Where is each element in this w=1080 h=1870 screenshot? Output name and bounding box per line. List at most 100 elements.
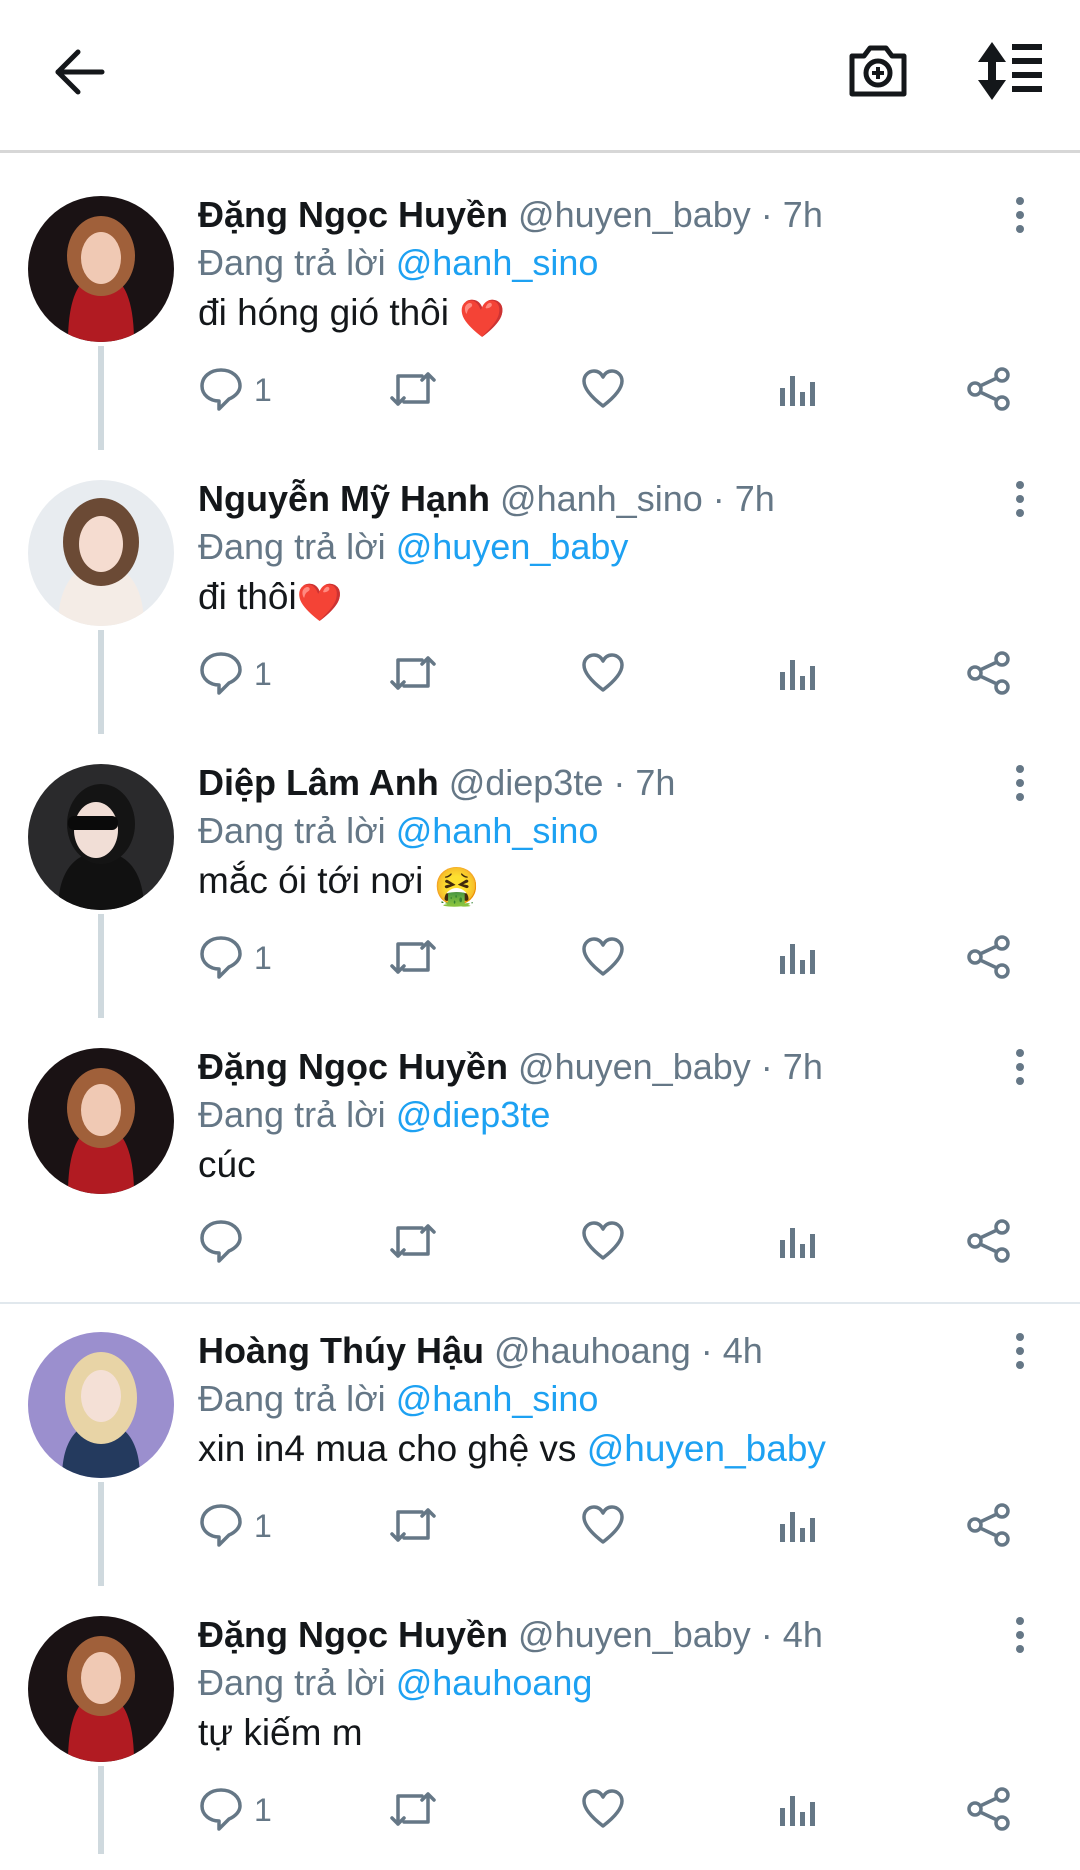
more-vertical-icon[interactable] — [1008, 480, 1032, 520]
tweet[interactable]: Đặng Ngọc Huyền @huyen_baby · 4h Đang tr… — [0, 1586, 1080, 1870]
retweet-icon — [390, 372, 436, 406]
tweet-text: đi hóng gió thôi ❤️ — [198, 292, 505, 341]
back-arrow-icon[interactable] — [50, 44, 110, 100]
tweet[interactable]: Nguyễn Mỹ Hạnh @hanh_sino · 7h Đang trả … — [0, 450, 1080, 734]
heart-icon — [582, 653, 624, 692]
views-button[interactable] — [776, 934, 820, 984]
more-vertical-icon[interactable] — [1008, 1332, 1032, 1372]
reply-button[interactable]: 1 — [198, 366, 278, 416]
views-button[interactable] — [776, 650, 820, 700]
reply-button[interactable]: 1 — [198, 934, 278, 984]
timestamp[interactable]: 4h — [783, 1614, 823, 1655]
author-name[interactable]: Đặng Ngọc Huyền — [198, 1046, 508, 1087]
avatar[interactable] — [28, 764, 174, 910]
mention-link[interactable]: @hanh_sino — [396, 242, 599, 283]
retweet-button[interactable] — [388, 934, 438, 984]
share-button[interactable] — [966, 1502, 1012, 1552]
replying-to: Đang trả lời @diep3te — [198, 1094, 550, 1136]
mention-link[interactable]: @hanh_sino — [396, 1378, 599, 1419]
author-name[interactable]: Diệp Lâm Anh — [198, 762, 439, 803]
tweet-actions: 1 — [0, 934, 1080, 994]
dot-separator: · — [760, 194, 773, 235]
like-button[interactable] — [580, 650, 630, 700]
views-button[interactable] — [776, 1218, 820, 1268]
camera-add-icon[interactable] — [846, 40, 910, 100]
avatar[interactable] — [28, 196, 174, 342]
tweet-text-content: đi thôi — [198, 576, 297, 617]
like-button[interactable] — [580, 1502, 630, 1552]
replying-label: Đang trả lời — [198, 1094, 386, 1135]
mention-link[interactable]: @diep3te — [396, 1094, 551, 1135]
timestamp[interactable]: 7h — [635, 762, 675, 803]
more-vertical-icon[interactable] — [1008, 764, 1032, 804]
reply-button[interactable]: 1 — [198, 1786, 278, 1836]
author-handle[interactable]: @huyen_baby — [518, 1046, 751, 1087]
heart-icon — [582, 1505, 624, 1544]
replying-to: Đang trả lời @hanh_sino — [198, 242, 598, 284]
mention-link[interactable]: @huyen_baby — [587, 1428, 826, 1469]
share-button[interactable] — [966, 1786, 1012, 1836]
retweet-button[interactable] — [388, 1218, 438, 1268]
retweet-icon — [390, 1224, 436, 1258]
timestamp[interactable]: 4h — [723, 1330, 763, 1371]
share-button[interactable] — [966, 650, 1012, 700]
share-icon — [967, 1503, 1010, 1547]
author-handle[interactable]: @huyen_baby — [518, 1614, 751, 1655]
retweet-button[interactable] — [388, 650, 438, 700]
like-button[interactable] — [580, 366, 630, 416]
author-handle[interactable]: @diep3te — [449, 762, 604, 803]
mention-link[interactable]: @hanh_sino — [396, 810, 599, 851]
retweet-button[interactable] — [388, 366, 438, 416]
author-handle[interactable]: @hauhoang — [494, 1330, 691, 1371]
heart-icon — [582, 937, 624, 976]
sort-list-icon[interactable] — [976, 40, 1044, 102]
author-name[interactable]: Đặng Ngọc Huyền — [198, 1614, 508, 1655]
share-button[interactable] — [966, 1218, 1012, 1268]
tweet-actions — [0, 1218, 1080, 1278]
like-button[interactable] — [580, 1218, 630, 1268]
speech-bubble-icon — [200, 652, 242, 695]
avatar[interactable] — [28, 1616, 174, 1762]
replying-label: Đang trả lời — [198, 1378, 386, 1419]
like-button[interactable] — [580, 934, 630, 984]
timestamp[interactable]: 7h — [735, 478, 775, 519]
speech-bubble-icon — [200, 368, 242, 411]
tweet[interactable]: Hoàng Thúy Hậu @hauhoang · 4h Đang trả l… — [0, 1302, 1080, 1586]
tweet[interactable]: Diệp Lâm Anh @diep3te · 7h Đang trả lời … — [0, 734, 1080, 1018]
reply-button[interactable]: 1 — [198, 1502, 278, 1552]
mention-link[interactable]: @huyen_baby — [396, 526, 629, 567]
heart-icon — [582, 369, 624, 408]
author-name[interactable]: Đặng Ngọc Huyền — [198, 194, 508, 235]
like-button[interactable] — [580, 1786, 630, 1836]
author-handle[interactable]: @huyen_baby — [518, 194, 751, 235]
avatar[interactable] — [28, 480, 174, 626]
retweet-button[interactable] — [388, 1502, 438, 1552]
tweet[interactable]: Đặng Ngọc Huyền @huyen_baby · 7h Đang tr… — [0, 166, 1080, 450]
share-button[interactable] — [966, 366, 1012, 416]
author-name[interactable]: Hoàng Thúy Hậu — [198, 1330, 484, 1371]
timestamp[interactable]: 7h — [783, 194, 823, 235]
author-handle[interactable]: @hanh_sino — [500, 478, 703, 519]
mention-link[interactable]: @hauhoang — [396, 1662, 593, 1703]
reply-button[interactable]: 1 — [198, 650, 278, 700]
more-vertical-icon[interactable] — [1008, 1048, 1032, 1088]
timestamp[interactable]: 7h — [783, 1046, 823, 1087]
more-vertical-icon[interactable] — [1008, 196, 1032, 236]
avatar[interactable] — [28, 1332, 174, 1478]
reply-button[interactable] — [198, 1218, 278, 1268]
top-app-bar — [0, 0, 1080, 153]
dot-separator: · — [712, 478, 725, 519]
share-icon — [967, 1787, 1010, 1831]
share-button[interactable] — [966, 934, 1012, 984]
author-name[interactable]: Nguyễn Mỹ Hạnh — [198, 478, 490, 519]
retweet-button[interactable] — [388, 1786, 438, 1836]
avatar[interactable] — [28, 1048, 174, 1194]
views-button[interactable] — [776, 1502, 820, 1552]
views-button[interactable] — [776, 1786, 820, 1836]
views-button[interactable] — [776, 366, 820, 416]
more-vertical-icon[interactable] — [1008, 1616, 1032, 1656]
replying-label: Đang trả lời — [198, 526, 386, 567]
tweet-text: đi thôi❤️ — [198, 576, 343, 625]
replying-to: Đang trả lời @hanh_sino — [198, 810, 598, 852]
tweet[interactable]: Đặng Ngọc Huyền @huyen_baby · 7h Đang tr… — [0, 1018, 1080, 1302]
